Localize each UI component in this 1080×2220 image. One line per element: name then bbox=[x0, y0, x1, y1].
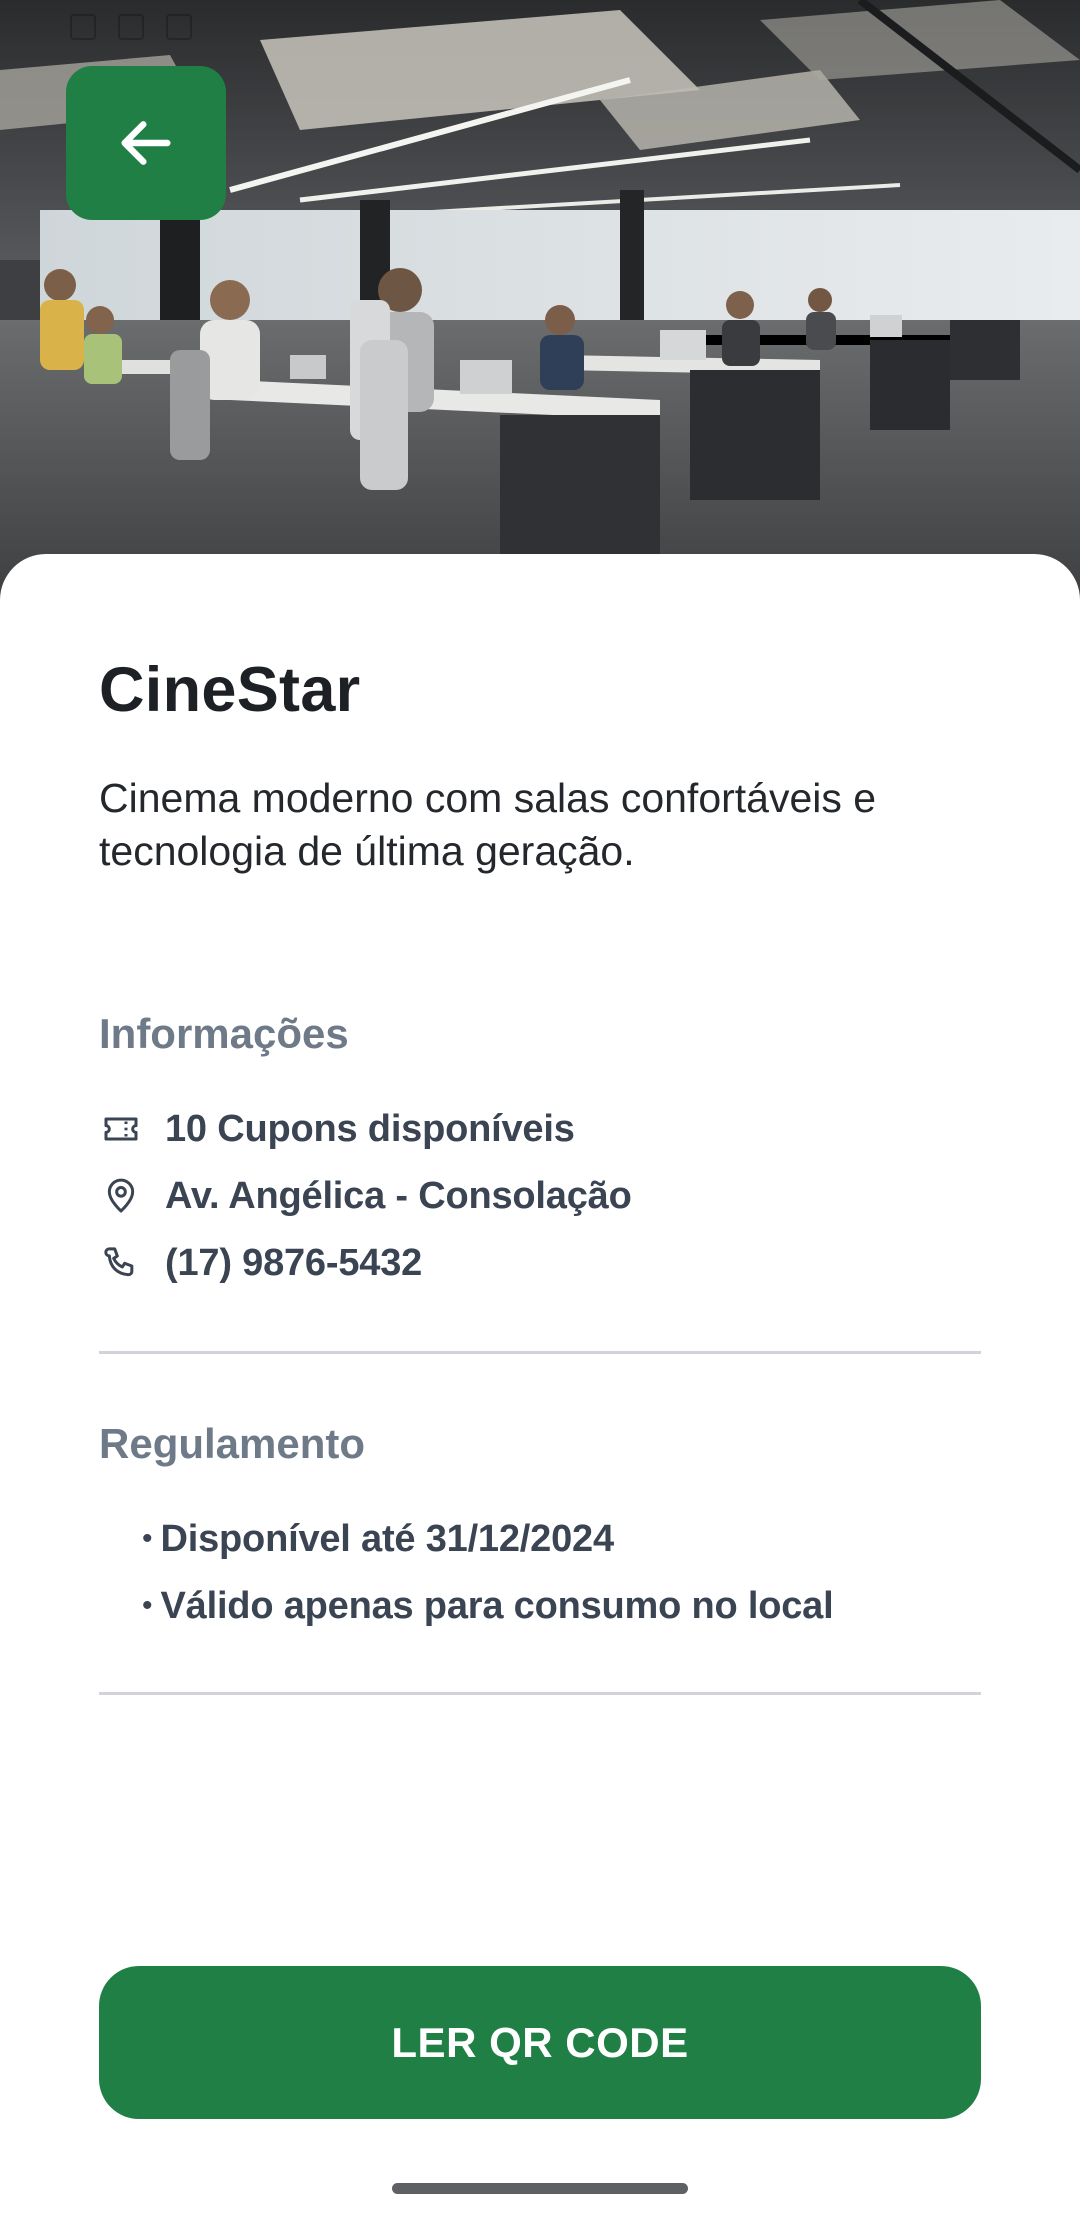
info-row-coupons: 10 Cupons disponíveis bbox=[99, 1104, 575, 1154]
rule-item: • Válido apenas para consumo no local bbox=[142, 1581, 834, 1631]
coupons-available-text: 10 Cupons disponíveis bbox=[165, 1107, 575, 1150]
address-text: Av. Angélica - Consolação bbox=[165, 1174, 632, 1217]
rule-text: Disponível até 31/12/2024 bbox=[160, 1517, 615, 1560]
rule-text: Válido apenas para consumo no local bbox=[160, 1584, 834, 1627]
divider bbox=[99, 1351, 981, 1354]
back-button[interactable] bbox=[66, 66, 226, 220]
read-qr-code-button[interactable]: LER QR CODE bbox=[99, 1966, 981, 2119]
status-icon bbox=[70, 14, 96, 40]
hero-image bbox=[0, 0, 1080, 600]
rules-heading: Regulamento bbox=[99, 1420, 366, 1467]
info-row-phone[interactable]: (17) 9876-5432 bbox=[99, 1238, 422, 1288]
place-description: Cinema moderno com salas confortáveis e … bbox=[99, 775, 877, 874]
location-pin-icon bbox=[99, 1174, 143, 1218]
info-row-address[interactable]: Av. Angélica - Consolação bbox=[99, 1171, 632, 1221]
status-bar-icons bbox=[70, 14, 192, 40]
place-title: CineStar bbox=[99, 655, 361, 725]
ticket-icon bbox=[99, 1107, 143, 1151]
home-indicator[interactable] bbox=[392, 2183, 688, 2194]
info-heading: Informações bbox=[99, 1010, 349, 1057]
divider bbox=[99, 1692, 981, 1695]
bullet: • bbox=[142, 1522, 153, 1555]
screen: CineStar Cinema moderno com salas confor… bbox=[0, 0, 1080, 2220]
arrow-left-icon bbox=[121, 121, 171, 165]
status-icon bbox=[166, 14, 192, 40]
phone-text: (17) 9876-5432 bbox=[165, 1241, 423, 1284]
phone-icon bbox=[99, 1241, 143, 1285]
bullet: • bbox=[142, 1589, 153, 1622]
status-icon bbox=[118, 14, 144, 40]
rule-item: • Disponível até 31/12/2024 bbox=[142, 1514, 614, 1564]
details-sheet: CineStar Cinema moderno com salas confor… bbox=[0, 554, 1080, 2220]
